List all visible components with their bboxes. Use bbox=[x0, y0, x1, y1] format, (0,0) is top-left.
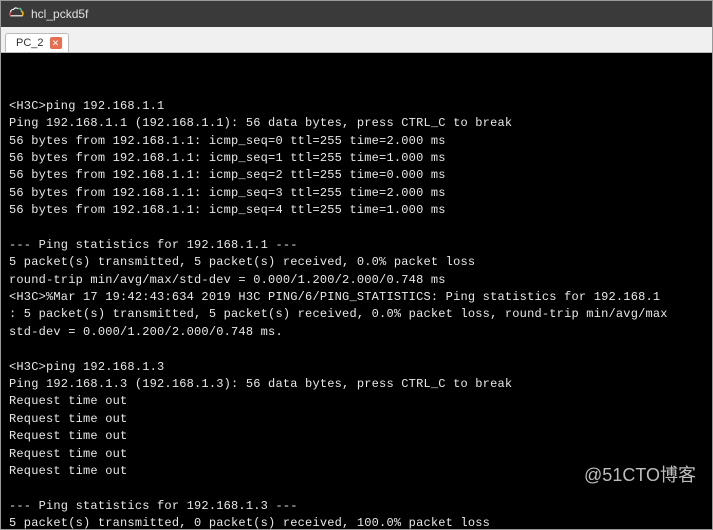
window-title: hcl_pckd5f bbox=[31, 7, 88, 21]
terminal-line bbox=[9, 220, 704, 237]
terminal-line bbox=[9, 80, 704, 97]
tab-pc2[interactable]: PC_2 ✕ bbox=[5, 33, 69, 52]
window-titlebar: hcl_pckd5f bbox=[1, 1, 712, 27]
terminal-line: --- Ping statistics for 192.168.1.1 --- bbox=[9, 237, 704, 254]
terminal-line bbox=[9, 341, 704, 358]
terminal-line: std-dev = 0.000/1.200/2.000/0.748 ms. bbox=[9, 324, 704, 341]
terminal-line: <H3C>ping 192.168.1.3 bbox=[9, 359, 704, 376]
terminal-line: Ping 192.168.1.1 (192.168.1.1): 56 data … bbox=[9, 115, 704, 132]
terminal-line: Request time out bbox=[9, 446, 704, 463]
terminal-output[interactable]: <H3C>ping 192.168.1.1Ping 192.168.1.1 (1… bbox=[1, 53, 712, 529]
terminal-line: 5 packet(s) transmitted, 5 packet(s) rec… bbox=[9, 254, 704, 271]
terminal-line: <H3C>%Mar 17 19:42:43:634 2019 H3C PING/… bbox=[9, 289, 704, 306]
terminal-line: 56 bytes from 192.168.1.1: icmp_seq=2 tt… bbox=[9, 167, 704, 184]
terminal-line: --- Ping statistics for 192.168.1.3 --- bbox=[9, 498, 704, 515]
terminal-line: 56 bytes from 192.168.1.1: icmp_seq=4 tt… bbox=[9, 202, 704, 219]
terminal-line: : 5 packet(s) transmitted, 5 packet(s) r… bbox=[9, 306, 704, 323]
terminal-line: 56 bytes from 192.168.1.1: icmp_seq=3 tt… bbox=[9, 185, 704, 202]
terminal-line: 5 packet(s) transmitted, 0 packet(s) rec… bbox=[9, 515, 704, 529]
tab-bar: PC_2 ✕ bbox=[1, 27, 712, 53]
app-logo-icon bbox=[7, 5, 25, 23]
terminal-line bbox=[9, 63, 704, 80]
terminal-line: Ping 192.168.1.3 (192.168.1.3): 56 data … bbox=[9, 376, 704, 393]
terminal-line: <H3C>ping 192.168.1.1 bbox=[9, 98, 704, 115]
terminal-line: Request time out bbox=[9, 463, 704, 480]
terminal-line: 56 bytes from 192.168.1.1: icmp_seq=0 tt… bbox=[9, 133, 704, 150]
terminal-line: Request time out bbox=[9, 393, 704, 410]
close-icon[interactable]: ✕ bbox=[50, 37, 62, 49]
terminal-line: 56 bytes from 192.168.1.1: icmp_seq=1 tt… bbox=[9, 150, 704, 167]
terminal-line: round-trip min/avg/max/std-dev = 0.000/1… bbox=[9, 272, 704, 289]
terminal-line: Request time out bbox=[9, 428, 704, 445]
terminal-line bbox=[9, 480, 704, 497]
tab-label: PC_2 bbox=[16, 37, 44, 49]
terminal-line: Request time out bbox=[9, 411, 704, 428]
